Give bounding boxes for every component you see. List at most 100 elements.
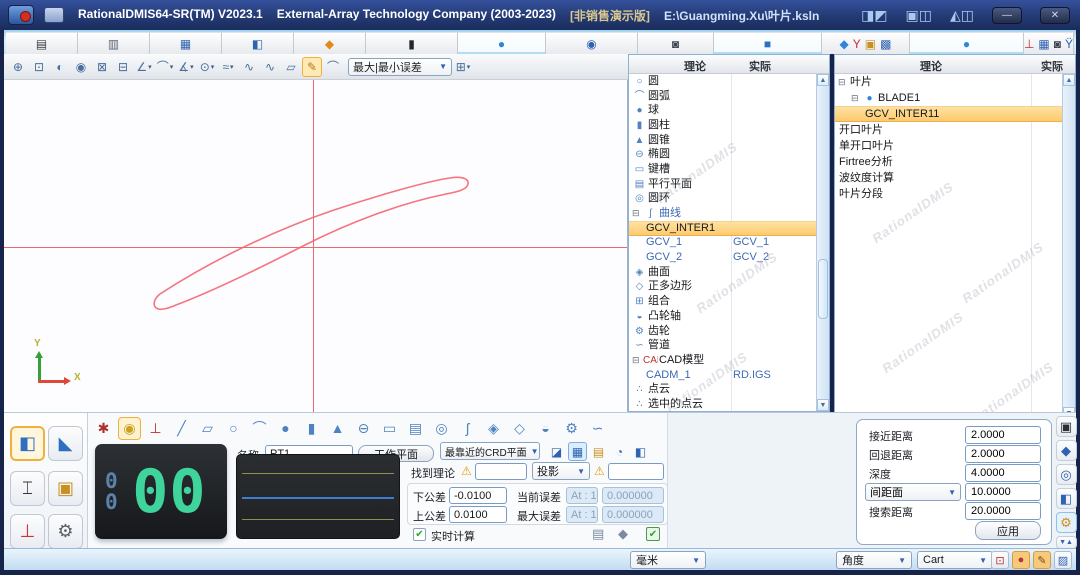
jogbox-icon[interactable]: ◨◩ [861,7,887,24]
blade-tree-scrollbar[interactable]: ▲ ▼ [1062,74,1075,419]
ellipse-icon[interactable]: ⊖ [352,417,375,440]
angle-dropdown[interactable]: 角度 ▼ [836,551,912,569]
report-icon[interactable]: ▤ [592,526,604,542]
tree-row[interactable]: 单开口叶片 [835,138,1062,154]
close-button[interactable]: ✕ [1040,7,1070,24]
probe-head-button[interactable]: ⌶ [10,471,45,506]
screen-switch-icon[interactable]: ▣◫ [906,7,932,24]
tree-row[interactable]: ◈ 曲面 [629,265,816,280]
probe-circle-icon[interactable]: ⊙ ▾ [197,57,217,77]
apply-button[interactable]: 应用 [975,521,1041,540]
search-probe-icon[interactable]: ◎ [1056,464,1077,485]
tree-row[interactable]: Firtree分析 [835,154,1062,170]
curve-icon[interactable]: ʃ [456,417,479,440]
menu-list-icon[interactable] [44,7,64,23]
polygon-icon[interactable]: ◇ [508,417,531,440]
expand-toggle-icon[interactable]: ⊟ [632,354,643,367]
curve-edit-icon[interactable]: ✎ ▾ [302,57,322,77]
expand-toggle-icon[interactable]: ⊟ [632,207,643,220]
realtime-checkbox[interactable]: ✔ [413,528,426,541]
tree-row[interactable]: ⊟ ʃ 曲线 [629,206,816,221]
axis-feature-icon[interactable]: ⊥ [144,417,167,440]
gear-icon[interactable]: ⚙ [560,417,583,440]
cam-icon[interactable]: ◒ [534,417,557,440]
tree-row[interactable]: 开口叶片 [835,122,1062,138]
frame-tool-icon[interactable]: ⊡ [991,551,1009,569]
cylinder-icon[interactable]: ▮ [300,417,323,440]
surface-icon[interactable]: ◈ [482,417,505,440]
tag-icon[interactable]: ⊟ ▾ [113,57,133,77]
arc-icon[interactable]: ⌒ [248,417,271,440]
projection-dropdown[interactable]: 投影 ▼ [532,462,590,480]
table-view-icon[interactable]: ▤ [589,442,608,461]
tree-row[interactable]: ∽ 管道 [629,338,816,353]
tree-row[interactable]: ◎ 圆环 [629,192,816,207]
coordinate-system-dropdown[interactable]: Cart ▼ [917,551,993,569]
probe-curve-icon[interactable]: ⌒ ▾ [155,57,175,77]
tree-row[interactable]: ∴ 选中的点云 [629,397,816,411]
tree-row[interactable]: ∴ 点云 [629,382,816,397]
pan-icon[interactable]: ◐ ▾ [50,57,70,77]
probe-hit-icon[interactable]: ✱ [92,417,115,440]
tab-cad-model[interactable]: ■ [714,32,822,54]
tree-row[interactable]: GCV_INTER1 [629,221,816,236]
curve-measure-icon[interactable]: ⌒ ▾ [323,57,343,77]
settings-gear-icon[interactable]: ⚙ [1056,512,1077,533]
error-mode-dropdown[interactable]: 最大|最小误差 ▼ [348,58,452,76]
scroll-up-icon[interactable]: ▲ [1063,74,1075,86]
tab-window[interactable]: ▦ [150,32,222,54]
scan-band-icon[interactable]: ▱ ▾ [281,57,301,77]
cone-icon[interactable]: ▲ [326,417,349,440]
tree-row[interactable]: CADM_1 RD.IGS [629,368,816,383]
graph-view-icon[interactable]: ▦ [568,442,587,461]
tree-row[interactable]: ▲ 圆锥 [629,133,816,148]
parameter-input[interactable]: 4.0000 [965,464,1041,482]
tab-section-view[interactable]: ◉ [546,32,638,54]
parameter-input[interactable]: 2.0000 [965,445,1041,463]
tree-row[interactable]: ○ 圆 [629,74,816,89]
point-icon[interactable]: ◉ [118,417,141,440]
multi-view-icon[interactable]: ▨ [1054,551,1072,569]
find-theory-input[interactable] [475,463,527,480]
scroll-down-icon[interactable]: ▼ [817,399,829,411]
view-config-split-button[interactable]: ⊞ ▾ [453,57,473,77]
tree-row[interactable]: 波纹度计算 [835,170,1062,186]
tree-row[interactable]: ⌒ 圆弧 [629,89,816,104]
tab-surface-view[interactable]: ● [458,32,546,54]
fit-view-icon[interactable]: ⊕ ▾ [8,57,28,77]
tab-render[interactable]: ◆ [294,32,366,54]
scan-wave2-icon[interactable]: ∿ ▾ [260,57,280,77]
upper-tolerance-input[interactable]: 0.0100 [449,506,507,523]
tab-display[interactable]: ◧ [222,32,294,54]
minimize-button[interactable]: — [992,7,1022,24]
tree-row[interactable]: ◒ 凸轮轴 [629,309,816,324]
scrollbar-thumb[interactable] [818,259,828,319]
parameter-input[interactable]: 20.0000 [965,502,1041,520]
slot-icon[interactable]: ▭ [378,417,401,440]
tree-row[interactable]: 叶片分段 [835,186,1062,202]
tree-row[interactable]: ▭ 键槽 [629,162,816,177]
graphics-viewport[interactable]: Y X [4,80,628,412]
confirm-check-icon[interactable]: ✔ [646,527,660,541]
plane-icon[interactable]: ▱ [196,417,219,440]
zoom-window-icon[interactable]: ⊡ ▾ [29,57,49,77]
tree-row[interactable]: ⚙ 齿轮 [629,324,816,339]
tree-row[interactable]: ◇ 正多边形 [629,280,816,295]
machine-icon[interactable]: ▣ [1056,416,1077,437]
select-box-icon[interactable]: ⊠ ▾ [92,57,112,77]
tab-print[interactable]: ▤ [6,32,78,54]
expand-toggle-icon[interactable]: ⊟ [838,76,849,89]
feature-state-icon[interactable]: ◪ [547,442,566,461]
ball-probe-icon[interactable]: ● [1012,551,1030,569]
probe-cube-icon[interactable]: ◧ [1056,488,1077,509]
arc-probe-view-icon[interactable]: ◔ [610,442,629,461]
scroll-up-icon[interactable]: ▲ [817,74,829,86]
app-icon[interactable] [8,5,34,25]
probe-shield-icon[interactable]: ◆ [1056,440,1077,461]
tree-row[interactable]: ⊖ 椭圆 [629,147,816,162]
crd-plane-dropdown[interactable]: 最靠近的CRD平面 ▼ [440,442,540,460]
coordinate-axis-button[interactable]: ⊥ [10,514,45,549]
torus-icon[interactable]: ◎ [430,417,453,440]
spacing-mode-dropdown[interactable]: 间距面 ▼ [865,483,961,501]
expand-toggle-icon[interactable]: ⊟ [851,92,862,105]
